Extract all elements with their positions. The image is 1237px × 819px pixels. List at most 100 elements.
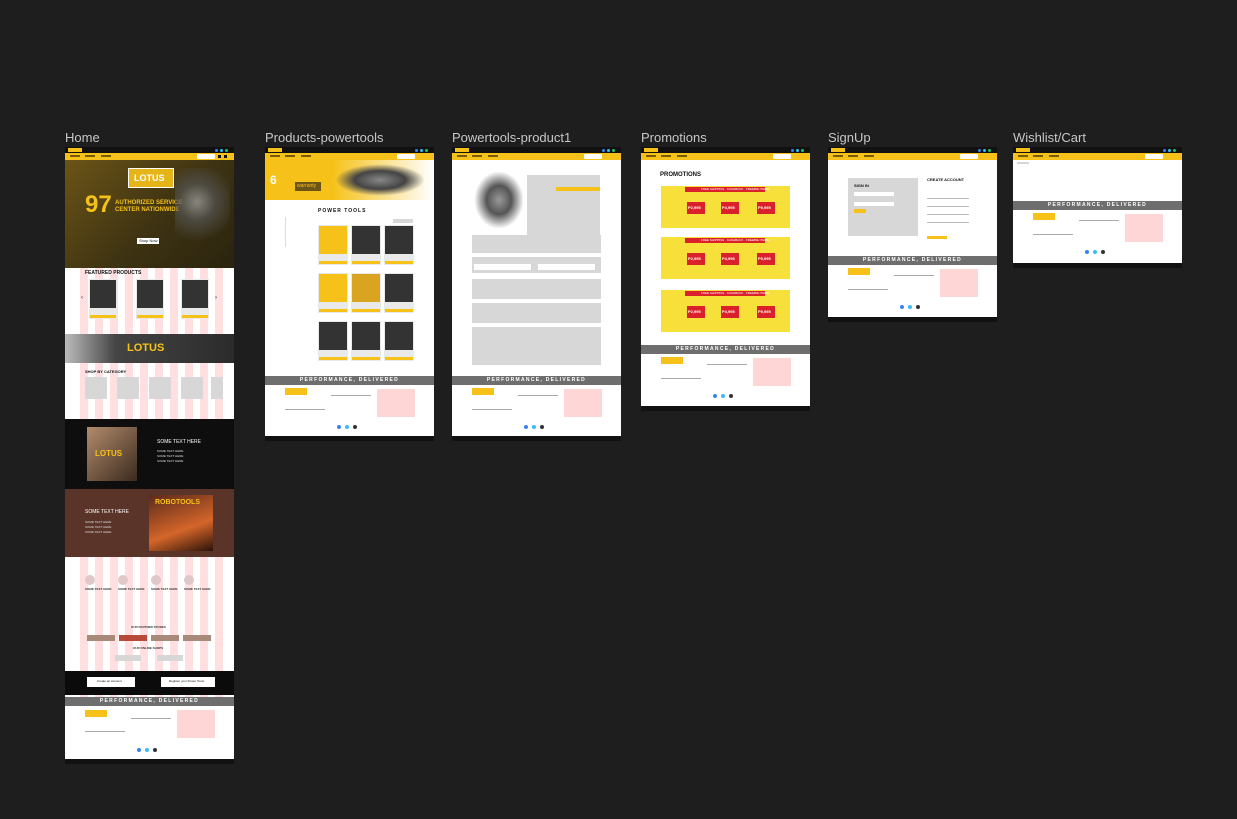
product-card[interactable]: [318, 273, 348, 313]
twitter-icon[interactable]: [908, 305, 912, 309]
signin-email-input[interactable]: [854, 192, 894, 196]
shop-now-button[interactable]: Shop Now: [137, 238, 159, 244]
header-logo[interactable]: [455, 148, 469, 152]
search-input[interactable]: [197, 154, 215, 159]
promo-banner[interactable]: FREE SHIPPING · CASHBACK · FREEBIE ITEMS…: [661, 290, 790, 332]
breadcrumb[interactable]: [1017, 162, 1029, 164]
newsletter-box[interactable]: [940, 269, 978, 297]
product-card[interactable]: [384, 321, 414, 361]
product-card[interactable]: [318, 225, 348, 265]
online-shop-logo[interactable]: [157, 655, 183, 661]
twitter-icon[interactable]: [532, 425, 536, 429]
nav-item-promotions[interactable]: [1049, 155, 1059, 157]
twitter-icon[interactable]: [345, 425, 349, 429]
facebook-icon[interactable]: [1085, 250, 1089, 254]
search-input[interactable]: [584, 154, 602, 159]
newsletter-box[interactable]: [564, 389, 602, 417]
search-input[interactable]: [960, 154, 978, 159]
footer-logo[interactable]: [472, 388, 494, 395]
header-logo[interactable]: [644, 148, 658, 152]
category-tile[interactable]: [211, 377, 223, 399]
user-icon[interactable]: [218, 155, 221, 158]
facebook-icon[interactable]: [602, 148, 605, 152]
add-to-cart-button[interactable]: [556, 187, 600, 191]
facebook-icon[interactable]: [791, 148, 794, 152]
nav-item-promotions[interactable]: [864, 155, 874, 157]
featured-product-card[interactable]: [181, 279, 209, 319]
instagram-icon[interactable]: [916, 305, 920, 309]
nav-item-products[interactable]: [1033, 155, 1043, 157]
facebook-icon[interactable]: [1163, 148, 1166, 152]
frame-products[interactable]: 6 warranty POWER TOOLS PERFORMANCE, DELI…: [265, 147, 434, 441]
footer-logo[interactable]: [661, 357, 683, 364]
category-tile[interactable]: [149, 377, 171, 399]
header-logo[interactable]: [831, 148, 845, 152]
facebook-icon[interactable]: [978, 148, 981, 152]
newsletter-box[interactable]: [377, 389, 415, 417]
search-input[interactable]: [397, 154, 415, 159]
category-sidebar[interactable]: [285, 217, 306, 247]
twitter-icon[interactable]: [420, 148, 423, 152]
footer-logo[interactable]: [848, 268, 870, 275]
sort-dropdown[interactable]: [393, 219, 413, 223]
category-tile[interactable]: [181, 377, 203, 399]
nav-item-products[interactable]: [661, 155, 671, 157]
carousel-prev-icon[interactable]: ‹: [81, 295, 83, 301]
instagram-icon[interactable]: [1101, 250, 1105, 254]
newsletter-box[interactable]: [753, 358, 791, 386]
instagram-icon[interactable]: [353, 425, 357, 429]
instagram-icon[interactable]: [540, 425, 544, 429]
frame-promotions[interactable]: PROMOTIONS FREE SHIPPING · CASHBACK · FR…: [641, 147, 810, 411]
header-logo[interactable]: [68, 148, 82, 152]
create-account-button[interactable]: Create an Account: [87, 677, 135, 687]
signup-input[interactable]: [927, 203, 969, 207]
frame-product1[interactable]: PERFORMANCE, DELIVERED: [452, 147, 621, 441]
instagram-icon[interactable]: [153, 748, 157, 752]
footer-logo[interactable]: [1033, 213, 1055, 220]
carousel-next-icon[interactable]: ›: [215, 295, 217, 301]
signup-input[interactable]: [927, 219, 969, 223]
frame-label-home[interactable]: Home: [65, 130, 100, 145]
nav-item-home[interactable]: [457, 155, 467, 157]
frame-label-wishlist[interactable]: Wishlist/Cart: [1013, 130, 1086, 145]
search-input[interactable]: [1145, 154, 1163, 159]
product-card[interactable]: [318, 321, 348, 361]
frame-wishlist[interactable]: PERFORMANCE, DELIVERED: [1013, 147, 1182, 268]
instagram-icon[interactable]: [729, 394, 733, 398]
footer-logo[interactable]: [285, 388, 307, 395]
partner-store-logo[interactable]: [119, 635, 147, 641]
nav-item-home[interactable]: [270, 155, 280, 157]
signup-input[interactable]: [927, 195, 969, 199]
product-card[interactable]: [384, 225, 414, 265]
nav-item-promotions[interactable]: [101, 155, 111, 157]
partner-store-logo[interactable]: [151, 635, 179, 641]
twitter-icon[interactable]: [1168, 148, 1171, 152]
signup-input[interactable]: [927, 211, 969, 215]
frame-label-products[interactable]: Products-powertools: [265, 130, 384, 145]
twitter-icon[interactable]: [607, 148, 610, 152]
facebook-icon[interactable]: [415, 148, 418, 152]
promo-banner[interactable]: FREE SHIPPING · CASHBACK · FREEBIE ITEMS…: [661, 186, 790, 228]
header-logo[interactable]: [1016, 148, 1030, 152]
category-tile[interactable]: [85, 377, 107, 399]
newsletter-box[interactable]: [1125, 214, 1163, 242]
category-tile[interactable]: [117, 377, 139, 399]
facebook-icon[interactable]: [524, 425, 528, 429]
partner-store-logo[interactable]: [87, 635, 115, 641]
twitter-icon[interactable]: [220, 148, 223, 152]
product-card[interactable]: [384, 273, 414, 313]
cart-icon[interactable]: [224, 155, 227, 158]
footer-logo[interactable]: [85, 710, 107, 717]
frame-signup[interactable]: SIGN IN CREATE ACCOUNT PERFORMANCE, DELI…: [828, 147, 997, 322]
twitter-icon[interactable]: [983, 148, 986, 152]
featured-product-card[interactable]: [136, 279, 164, 319]
online-shop-logo[interactable]: [115, 655, 141, 661]
newsletter-box[interactable]: [177, 710, 215, 738]
promo-banner[interactable]: FREE SHIPPING · CASHBACK · FREEBIE ITEMS…: [661, 237, 790, 279]
twitter-icon[interactable]: [145, 748, 149, 752]
featured-product-card[interactable]: [89, 279, 117, 319]
facebook-icon[interactable]: [900, 305, 904, 309]
signin-button[interactable]: [854, 209, 866, 213]
facebook-icon[interactable]: [215, 148, 218, 152]
instagram-icon[interactable]: [425, 148, 428, 152]
